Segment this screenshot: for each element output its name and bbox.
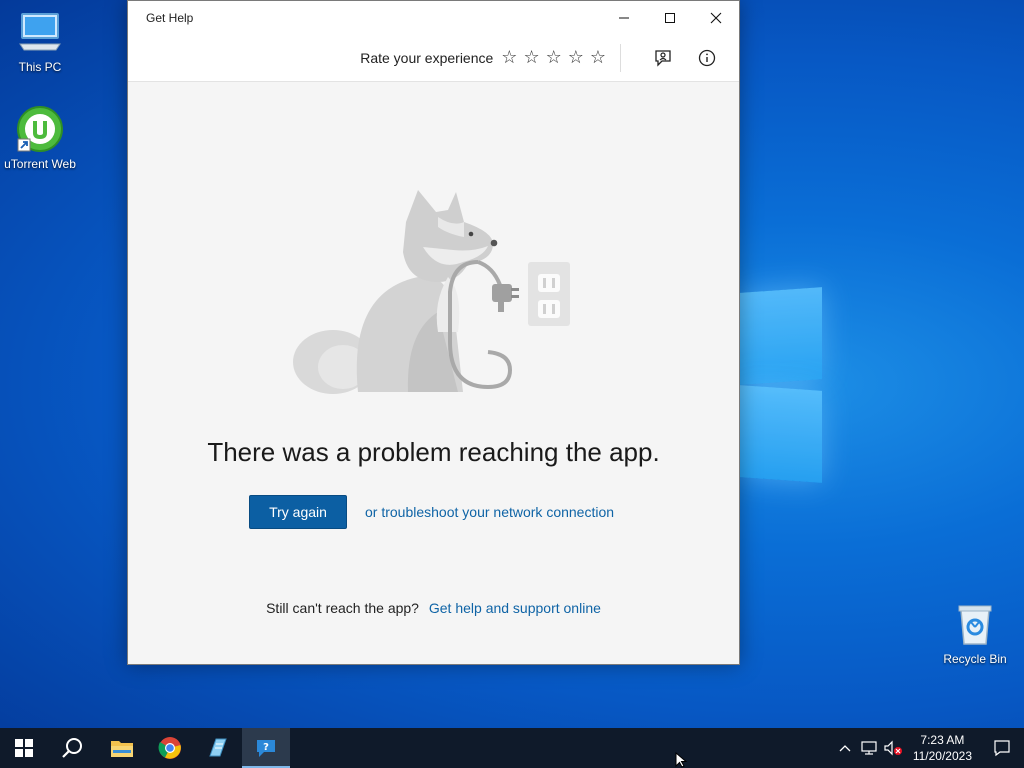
network-button[interactable]	[857, 728, 881, 768]
info-icon	[698, 49, 716, 67]
system-tray: 7:23 AM 11/20/2023	[833, 728, 1024, 768]
window-header: Rate your experience ☆ ☆ ☆ ☆ ☆	[128, 35, 739, 82]
get-help-window: Get Help Rate your experience ☆ ☆ ☆ ☆ ☆	[127, 0, 740, 665]
maximize-icon	[665, 13, 675, 23]
taskbar-notepad[interactable]	[194, 728, 242, 768]
feedback-icon	[655, 50, 671, 67]
file-explorer-icon	[111, 741, 133, 757]
error-headline: There was a problem reaching the app.	[207, 437, 660, 467]
minimize-button[interactable]	[601, 1, 647, 35]
desktop-icon-recycle-bin[interactable]: Recycle Bin	[935, 600, 1015, 666]
still-cant-reach-text: Still can't reach the app?	[266, 600, 419, 616]
desktop-icon-label: Recycle Bin	[943, 652, 1007, 666]
star-icon[interactable]: ☆	[568, 49, 584, 67]
start-icon	[15, 739, 33, 757]
close-icon	[710, 12, 722, 24]
taskbar-file-explorer[interactable]	[98, 728, 146, 768]
header-divider	[620, 44, 621, 72]
close-button[interactable]	[693, 1, 739, 35]
search-button[interactable]	[48, 728, 96, 768]
info-button[interactable]	[691, 42, 723, 74]
taskbar: ? 7:23 AM 11/20/2023	[0, 728, 1024, 768]
computer-icon	[16, 8, 64, 56]
clock-date: 11/20/2023	[912, 749, 972, 763]
maximize-button[interactable]	[647, 1, 693, 35]
action-center-button[interactable]	[980, 728, 1024, 768]
start-button[interactable]	[0, 728, 48, 768]
windows-logo-wallpaper	[740, 287, 824, 483]
chrome-icon	[158, 737, 181, 759]
desktop-icon-this-pc[interactable]: This PC	[0, 8, 80, 74]
desktop-icon-utorrent[interactable]: uTorrent Web	[0, 105, 80, 171]
star-icon[interactable]: ☆	[501, 49, 517, 67]
window-title: Get Help	[146, 11, 194, 25]
star-icon[interactable]: ☆	[546, 49, 562, 67]
minimize-icon	[619, 17, 629, 19]
utorrent-icon	[16, 105, 64, 153]
mouse-cursor-icon	[675, 752, 688, 768]
svg-text:?: ?	[263, 742, 269, 753]
desktop-icon-label: uTorrent Web	[4, 157, 76, 171]
rating-stars: ☆ ☆ ☆ ☆ ☆	[501, 49, 606, 67]
feedback-button[interactable]	[647, 42, 679, 74]
get-help-icon: ?	[257, 740, 275, 757]
clock-time: 7:23 AM	[920, 733, 965, 747]
dog-unplugged-illustration	[293, 190, 570, 394]
star-icon[interactable]: ☆	[590, 49, 606, 67]
window-titlebar[interactable]: Get Help	[128, 1, 739, 35]
volume-muted-icon	[884, 740, 902, 756]
desktop-icon-label: This PC	[18, 60, 62, 74]
recycle-bin-icon	[951, 600, 999, 648]
network-icon	[861, 741, 877, 755]
notepad-icon	[209, 738, 227, 757]
notification-icon	[994, 740, 1010, 757]
volume-button[interactable]	[881, 728, 905, 768]
taskbar-chrome[interactable]	[146, 728, 194, 768]
still-cant-reach-row: Still can't reach the app? Get help and …	[128, 600, 739, 616]
search-icon	[62, 738, 82, 758]
try-again-button[interactable]: Try again	[249, 495, 347, 529]
troubleshoot-network-link[interactable]: or troubleshoot your network connection	[365, 504, 614, 520]
chevron-up-icon	[839, 745, 851, 752]
window-content: There was a problem reaching the app. Tr…	[128, 82, 739, 662]
show-hidden-icons-button[interactable]	[833, 728, 857, 768]
support-online-link[interactable]: Get help and support online	[429, 600, 601, 616]
star-icon[interactable]: ☆	[523, 49, 539, 67]
taskbar-clock[interactable]: 7:23 AM 11/20/2023	[905, 732, 980, 764]
error-actions: Try again or troubleshoot your network c…	[249, 495, 614, 529]
rate-experience-label: Rate your experience	[360, 50, 494, 66]
taskbar-get-help[interactable]: ?	[242, 728, 290, 768]
